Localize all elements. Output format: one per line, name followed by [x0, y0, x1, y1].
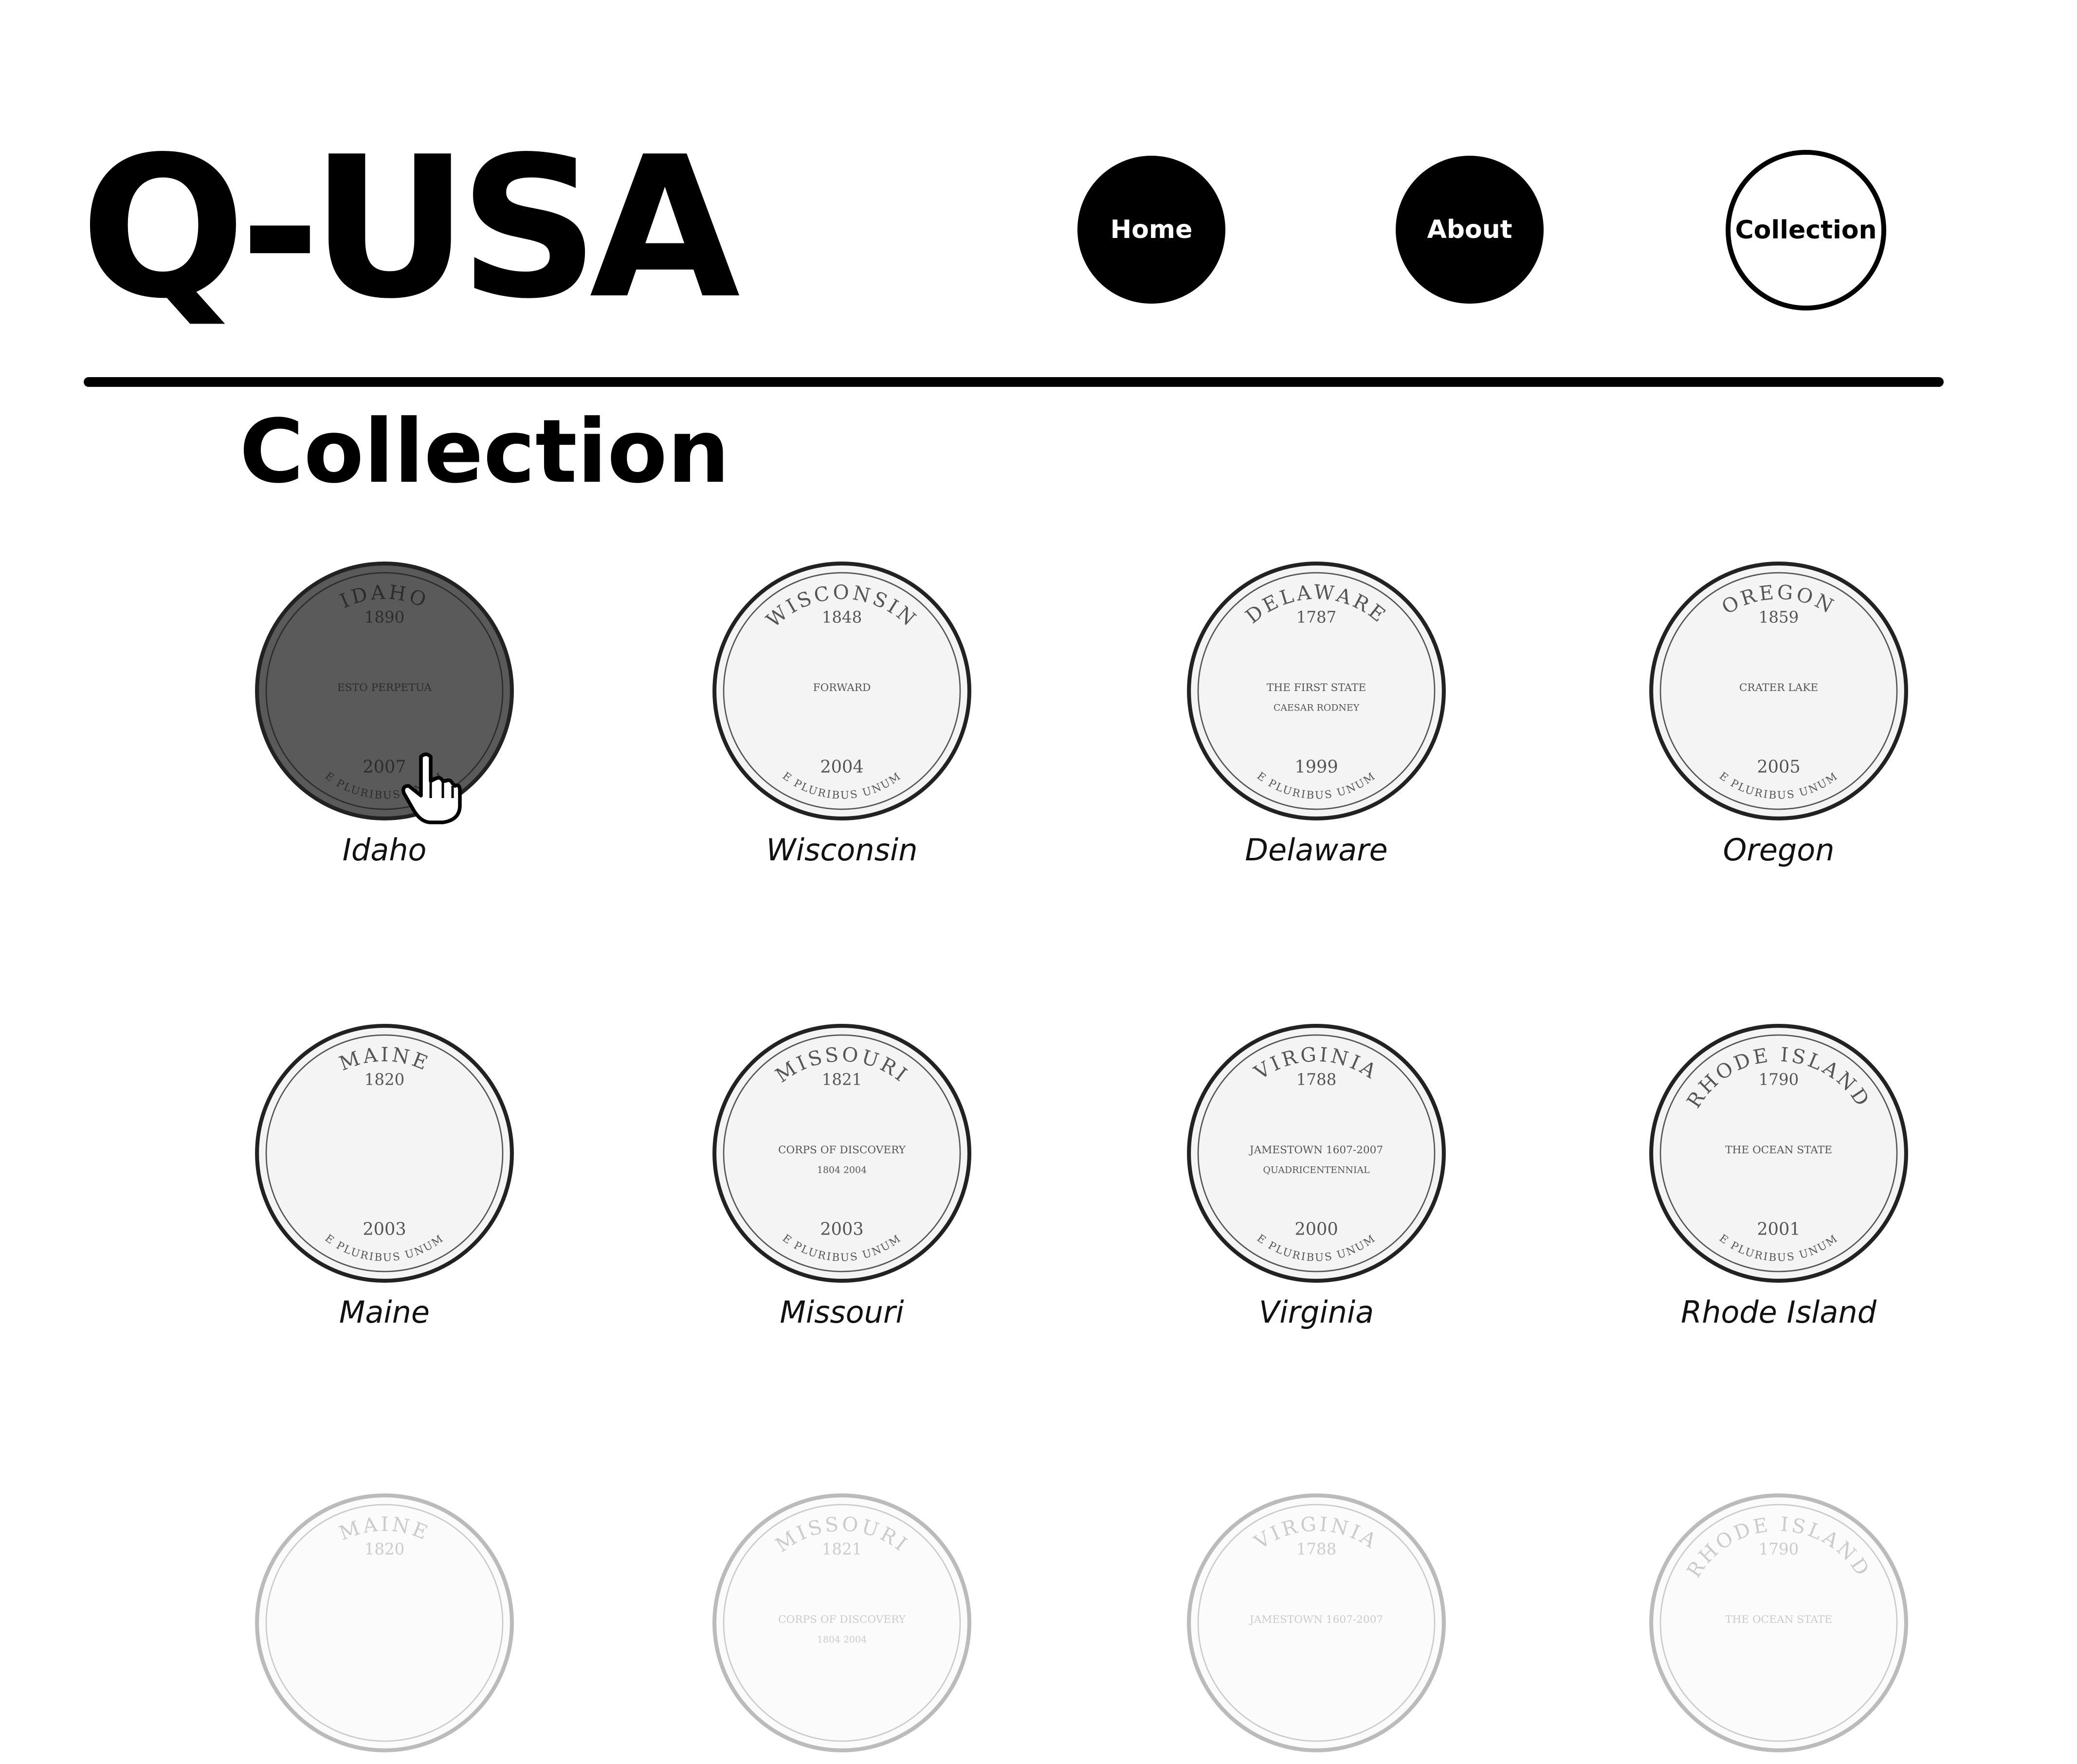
coin-year-minted: 2005 [1757, 757, 1800, 777]
coin-year-founded: 1790 [1759, 1071, 1799, 1089]
coin-image[interactable]: MAINE18202003E PLURIBUS UNUM [253, 1022, 516, 1285]
nav-home-button[interactable]: Home [1077, 156, 1225, 304]
coin-card[interactable]: MISSOURI 1821 CORPS OF DISCOVERY 1804 2004 [706, 1491, 978, 1764]
coin-year-founded: 1790 [1759, 1540, 1799, 1559]
coin-year-minted: 2001 [1757, 1219, 1800, 1239]
header-divider [84, 377, 1944, 387]
coin-card[interactable]: VIRGINIA 1788 JAMESTOWN 1607-2007 QUADRICEN… [1180, 1022, 1453, 1330]
coin-card[interactable]: MAINE 1820 [248, 1491, 521, 1764]
coin-card[interactable]: RHODE ISLAND 1790 THE OCEAN STATE [1642, 1491, 1915, 1764]
coin-card[interactable]: IDAHO1890ESTO PERPETUA2007E PLURIBUS UNU… [248, 560, 521, 868]
coin-card[interactable]: RHODE ISLAND 1790 THE OCEAN STATE 2001 E PLU… [1642, 1022, 1915, 1330]
coin-year-founded: 1821 [822, 1540, 862, 1559]
coin-motto: THE FIRST STATE [1267, 682, 1366, 694]
coin-motto: ESTO PERPETUA [337, 682, 432, 694]
coin-year-founded: 1787 [1296, 608, 1336, 627]
coin-card[interactable]: OREGON 1859 CRATER LAKE 2005 E PLURIBUS UNUM… [1642, 560, 1915, 868]
coin-motto: CORPS OF DISCOVERY [778, 1144, 906, 1156]
coin-label[interactable]: Rhode Island [1642, 1294, 1915, 1330]
coin-year-founded: 1848 [822, 608, 862, 627]
coin-card[interactable]: VIRGINIA 1788 JAMESTOWN 1607-2007 [1180, 1491, 1453, 1764]
coin-image[interactable]: MAINE1820 [253, 1491, 516, 1754]
coin-motto: THE OCEAN STATE [1725, 1614, 1832, 1626]
coin-label[interactable]: Wisconsin [706, 832, 978, 868]
coin-year-founded: 1788 [1296, 1540, 1336, 1559]
coin-label[interactable]: Virginia [1180, 1294, 1453, 1330]
coin-extra: QUADRICENTENNIAL [1263, 1165, 1370, 1176]
coin-year-founded: 1820 [364, 1071, 404, 1089]
coin-year-minted: 2004 [820, 757, 863, 777]
coin-image[interactable]: MISSOURI1821CORPS OF DISCOVERY1804 2004 [711, 1491, 973, 1754]
coin-year-founded: 1820 [364, 1540, 404, 1559]
coin-image[interactable]: RHODE ISLAND1790THE OCEAN STATE [1647, 1491, 1910, 1754]
coin-image[interactable]: RHODE ISLAND1790THE OCEAN STATE2001E PLU… [1647, 1022, 1910, 1285]
coin-extra: 1804 2004 [817, 1635, 867, 1645]
coin-extra: 1804 2004 [817, 1165, 867, 1176]
coin-card[interactable]: MAINE 1820 2003 E PLURIBUS UNUM Maine [248, 1022, 521, 1330]
hand-pointer-icon [401, 752, 462, 824]
coin-card[interactable]: MISSOURI 1821 CORPS OF DISCOVERY 1804 2004 2… [706, 1022, 978, 1330]
page-title: Collection [239, 401, 730, 503]
coin-year-minted: 1999 [1294, 757, 1338, 777]
coin-year-founded: 1890 [364, 608, 404, 627]
coin-image[interactable]: MISSOURI1821CORPS OF DISCOVERY1804 20042… [711, 1022, 973, 1285]
coin-year-minted: 2003 [820, 1219, 863, 1239]
coin-label[interactable]: Maine [248, 1294, 521, 1330]
coin-year-minted: 2003 [363, 1219, 406, 1239]
coin-label[interactable]: Oregon [1642, 832, 1915, 868]
coin-image[interactable]: WISCONSIN1848FORWARD2004E PLURIBUS UNUM [711, 560, 973, 822]
coin-label[interactable]: Delaware [1180, 832, 1453, 868]
coin-year-minted: 2000 [1294, 1219, 1338, 1239]
coin-image[interactable]: VIRGINIA1788JAMESTOWN 1607-2007QUADRICEN… [1185, 1022, 1448, 1285]
coin-year-founded: 1821 [822, 1071, 862, 1089]
coin-motto: CRATER LAKE [1739, 682, 1818, 694]
coin-image[interactable]: IDAHO1890ESTO PERPETUA2007E PLURIBUS UNU… [253, 560, 516, 822]
coin-motto: JAMESTOWN 1607-2007 [1249, 1144, 1383, 1156]
coin-motto: CORPS OF DISCOVERY [778, 1614, 906, 1626]
site-logo: Q-USA [80, 115, 740, 342]
coin-motto: FORWARD [813, 682, 871, 694]
coin-card[interactable]: WISCONSIN 1848 FORWARD 2004 E PLURIBUS UNUM W… [706, 560, 978, 868]
coin-image[interactable]: DELAWARE1787THE FIRST STATECAESAR RODNEY… [1185, 560, 1448, 822]
coin-label[interactable]: Missouri [706, 1294, 978, 1330]
nav-collection-button[interactable]: Collection [1726, 150, 1886, 310]
coin-card[interactable]: DELAWARE 1787 THE FIRST STATE CAESAR RODNEY… [1180, 560, 1453, 868]
coin-image[interactable]: OREGON1859CRATER LAKE2005E PLURIBUS UNUM [1647, 560, 1910, 822]
coin-motto: JAMESTOWN 1607-2007 [1249, 1614, 1383, 1626]
nav-about-button[interactable]: About [1396, 156, 1544, 304]
coin-extra: CAESAR RODNEY [1274, 703, 1360, 713]
coin-label[interactable]: Idaho [248, 832, 521, 868]
coin-image[interactable]: VIRGINIA1788JAMESTOWN 1607-2007 [1185, 1491, 1448, 1754]
coin-year-founded: 1788 [1296, 1071, 1336, 1089]
coin-motto: THE OCEAN STATE [1725, 1144, 1832, 1156]
coin-year-founded: 1859 [1759, 608, 1799, 627]
